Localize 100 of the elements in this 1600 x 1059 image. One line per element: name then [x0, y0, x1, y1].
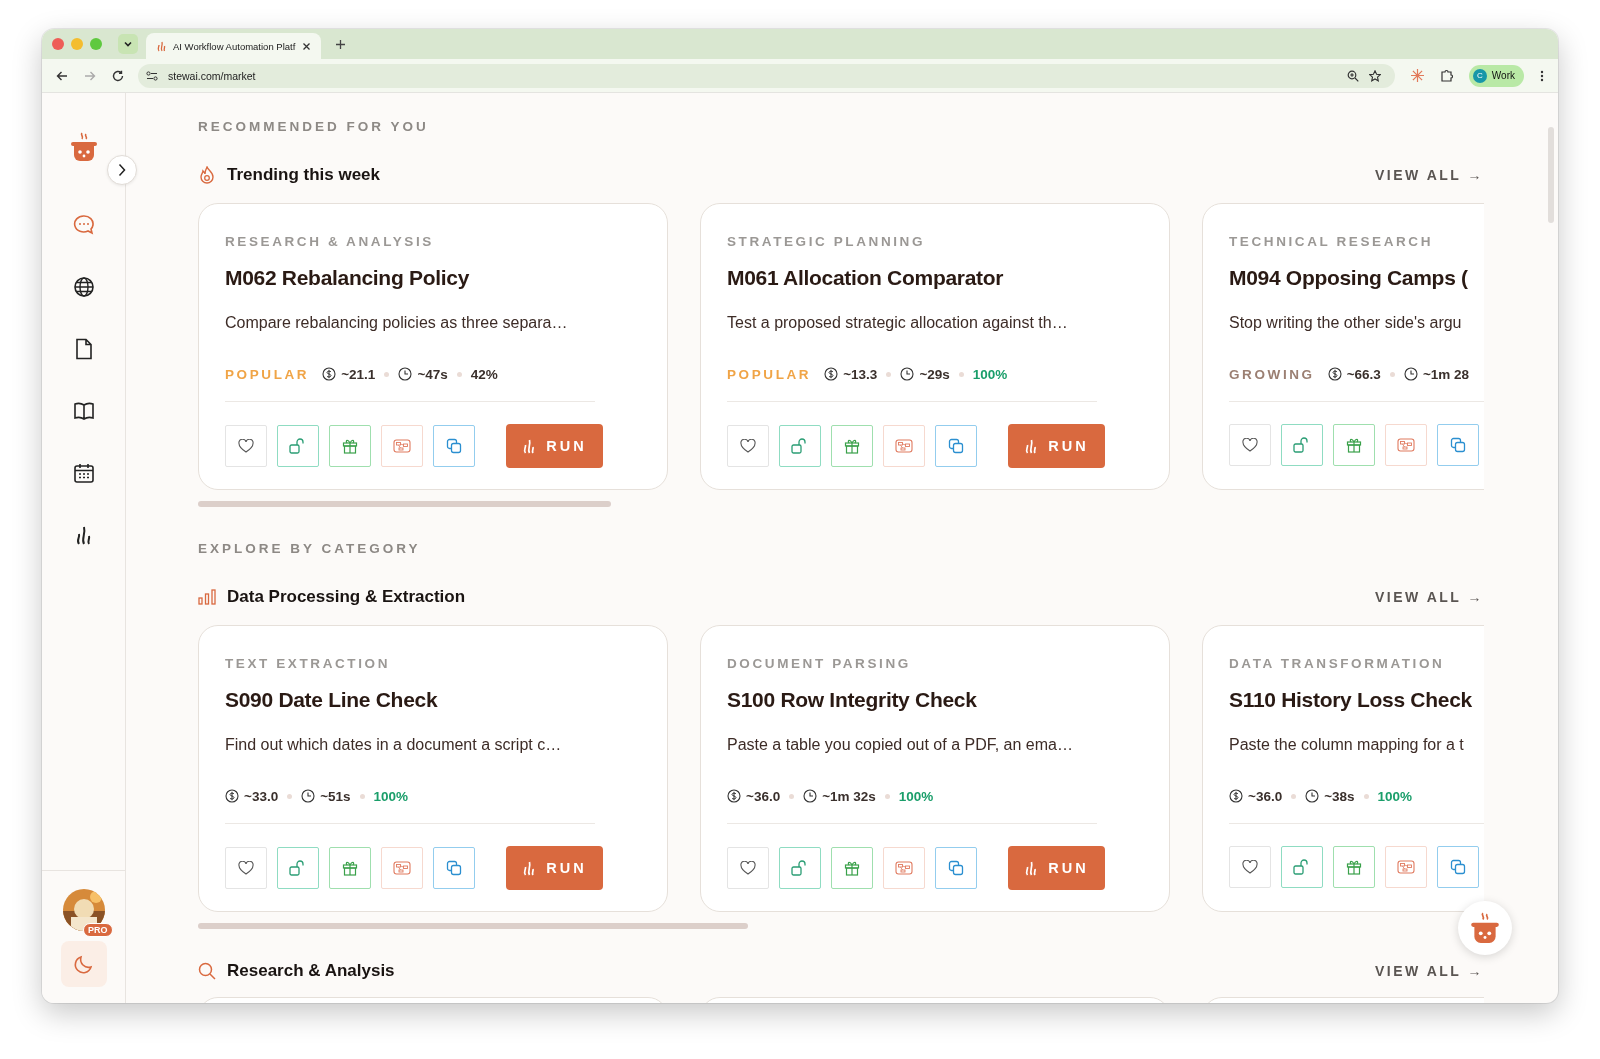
gift-button[interactable]: [1333, 424, 1375, 466]
workflow-card[interactable]: STRATEGIC PLANNING M061 Allocation Comparator Test a proposed strategic allocation against th… POPULAR ~13.3 ~29s 100% RUN: [700, 203, 1170, 490]
workflow-card[interactable]: RESEARCH & ANALYSIS M062 Rebalancing Policy Compare rebalancing policies as three separa… POPULAR ~21.1 ~47s 42% RUN: [198, 203, 668, 490]
gift-button[interactable]: [831, 847, 873, 889]
duplicate-button[interactable]: [433, 847, 475, 889]
card-description: Paste a table you copied out of a PDF, an ema…: [727, 736, 1074, 754]
duplicate-button[interactable]: [433, 425, 475, 467]
workflow-button[interactable]: [1385, 424, 1427, 466]
duplicate-button[interactable]: [1437, 846, 1479, 888]
chevron-right-icon: [118, 163, 126, 177]
flame-icon: [522, 438, 537, 454]
unlock-button[interactable]: [277, 847, 319, 889]
success-rate: 42%: [470, 366, 498, 382]
workflow-card[interactable]: DOCUMENT PARSING S100 Row Integrity Check Paste a table you copied out of a PDF, an ema… ~36.0 ~1m 32s 100% RUN: [700, 625, 1170, 912]
flame-icon: [1024, 438, 1039, 454]
scrollbar-thumb[interactable]: [198, 923, 748, 929]
cost-value: ~36.0: [1248, 788, 1283, 804]
flowchart-icon: [393, 439, 411, 453]
gift-icon: [342, 860, 358, 876]
scrollbar-thumb[interactable]: [1548, 127, 1554, 223]
section-title: Data Processing & Extraction: [227, 587, 466, 607]
expand-sidebar-button[interactable]: [107, 155, 137, 185]
cost-value: ~36.0: [746, 788, 781, 804]
unlock-button[interactable]: [779, 425, 821, 467]
heart-icon: [740, 861, 756, 875]
duration-value: ~47s: [417, 366, 448, 382]
workflow-card[interactable]: TEXT EXTRACTION S090 Date Line Check Find out which dates in a document a script c… ~33.0 ~51s 100% RUN: [198, 625, 668, 912]
duplicate-button[interactable]: [935, 425, 977, 467]
globe-icon[interactable]: [72, 276, 95, 298]
gift-icon: [1346, 859, 1362, 875]
cost-value: ~66.3: [1346, 366, 1381, 382]
unlock-button[interactable]: [277, 425, 319, 467]
workflow-button[interactable]: [883, 847, 925, 889]
favorite-button[interactable]: [225, 425, 267, 467]
more-icon[interactable]: [1540, 69, 1544, 82]
unlock-icon: [791, 860, 809, 876]
workflow-button[interactable]: [381, 847, 423, 889]
scrollbar-thumb[interactable]: [198, 501, 611, 507]
workflow-button[interactable]: [883, 425, 925, 467]
favorite-button[interactable]: [225, 847, 267, 889]
book-icon[interactable]: [72, 400, 95, 422]
favorite-button[interactable]: [727, 425, 769, 467]
calendar-icon[interactable]: [72, 462, 95, 484]
view-all-link[interactable]: VIEW ALL →: [1375, 589, 1484, 605]
favorite-button[interactable]: [1229, 424, 1271, 466]
bar-chart-icon: [198, 589, 216, 605]
heart-icon: [1242, 438, 1258, 452]
unlock-icon: [791, 438, 809, 454]
tab-list-button[interactable]: [118, 34, 138, 54]
view-all-link[interactable]: VIEW ALL →: [1375, 963, 1484, 979]
unlock-icon: [289, 860, 307, 876]
address-field[interactable]: stewai.com/market: [138, 63, 1395, 88]
duration-value: ~51s: [320, 788, 351, 804]
category-label: STRATEGIC PLANNING: [727, 234, 927, 249]
duration-value: ~38s: [1324, 788, 1355, 804]
workflow-card[interactable]: TECHNICAL RESEARCH M094 Opposing Camps ( Stop writing the other side's argu GROWING ~66.3 ~1m 28: [1202, 203, 1484, 490]
close-icon[interactable]: [302, 41, 312, 51]
new-tab-icon[interactable]: [335, 38, 347, 50]
gift-button[interactable]: [831, 425, 873, 467]
favorite-button[interactable]: [727, 847, 769, 889]
category-label: DOCUMENT PARSING: [727, 656, 912, 671]
profile-button[interactable]: C Work: [1468, 64, 1524, 87]
gift-button[interactable]: [329, 847, 371, 889]
flowchart-icon: [895, 439, 913, 453]
dollar-icon: [727, 789, 741, 803]
workflow-card[interactable]: DATA TRANSFORMATION S110 History Loss Check Paste the column mapping for a t ~36.0 ~38s 100%: [1202, 625, 1484, 912]
reload-icon[interactable]: [112, 69, 124, 82]
copy-icon: [446, 438, 462, 454]
chevron-down-icon: [123, 39, 133, 49]
dollar-icon: [322, 367, 337, 381]
gift-button[interactable]: [1333, 846, 1375, 888]
zoom-icon[interactable]: [1346, 69, 1359, 82]
flowchart-icon: [1397, 860, 1415, 874]
star-icon[interactable]: [1368, 69, 1381, 82]
unlock-button[interactable]: [1281, 846, 1323, 888]
view-all-link[interactable]: VIEW ALL →: [1375, 167, 1484, 183]
puzzle-icon[interactable]: [1439, 69, 1453, 82]
workflow-button[interactable]: [1385, 846, 1427, 888]
browser-tab[interactable]: AI Workflow Automation Platf: [146, 33, 322, 59]
unlock-button[interactable]: [1281, 424, 1323, 466]
workflow-button[interactable]: [381, 425, 423, 467]
sparkle-icon[interactable]: [1410, 69, 1424, 82]
gift-button[interactable]: [329, 425, 371, 467]
card-title: M062 Rebalancing Policy: [225, 266, 471, 290]
dollar-icon: [1327, 367, 1342, 381]
back-icon[interactable]: [56, 69, 68, 82]
section-title: Trending this week: [227, 165, 381, 185]
card-description: Paste the column mapping for a t: [1229, 736, 1465, 754]
unlock-button[interactable]: [779, 847, 821, 889]
status-tag: POPULAR: [727, 366, 812, 382]
duplicate-button[interactable]: [935, 847, 977, 889]
unlock-icon: [289, 438, 307, 454]
success-rate: 100%: [898, 788, 934, 804]
assistant-button[interactable]: [1458, 901, 1512, 955]
duplicate-button[interactable]: [1437, 424, 1479, 466]
forward-icon[interactable]: [84, 69, 96, 82]
chat-icon[interactable]: [72, 214, 95, 236]
close-window-icon[interactable]: [52, 38, 64, 50]
favorite-button[interactable]: [1229, 846, 1271, 888]
theme-toggle-button[interactable]: [60, 941, 107, 987]
